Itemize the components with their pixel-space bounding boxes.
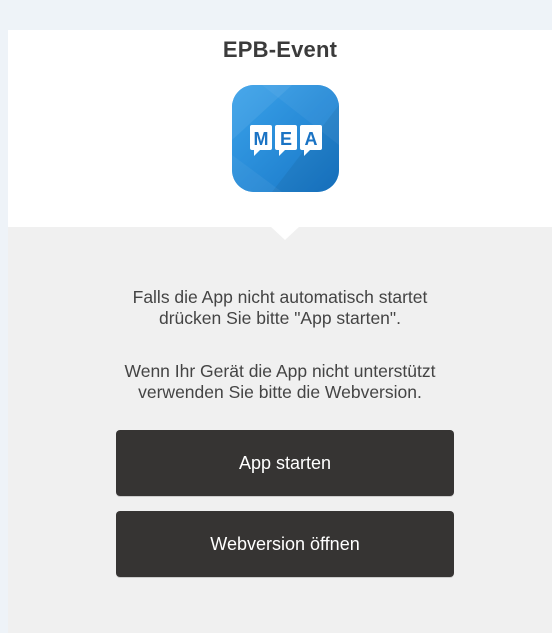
open-web-version-button[interactable]: Webversion öffnen [116, 511, 454, 577]
open-web-version-button-label: Webversion öffnen [210, 533, 360, 554]
web-version-message: Wenn Ihr Gerät die App nicht unterstützt… [8, 361, 552, 403]
header-pointer [270, 226, 300, 240]
mea-letter-e: E [280, 129, 292, 149]
page-title: EPB-Event [222, 37, 338, 62]
start-app-button[interactable]: App starten [116, 430, 454, 496]
mea-letter-m: M [254, 129, 269, 149]
auto-start-message-line-2: drücken Sie bitte "App starten". [158, 308, 401, 328]
auto-start-message: Falls die App nicht automatisch startet … [8, 287, 552, 329]
mea-logo-graphic: M E A [232, 85, 339, 192]
web-version-message-line-1: Wenn Ihr Gerät die App nicht unterstützt [124, 361, 436, 381]
start-app-button-label: App starten [238, 452, 332, 473]
auto-start-message-line-1: Falls die App nicht automatisch startet [132, 287, 428, 307]
web-version-message-line-2: verwenden Sie bitte die Webversion. [138, 382, 422, 402]
mea-app-icon: M E A [232, 85, 339, 192]
launch-page: EPB-Event M E A Falls die App nicht auto… [8, 30, 552, 633]
mea-letter-a: A [305, 129, 318, 149]
header: EPB-Event M E A [8, 30, 552, 227]
